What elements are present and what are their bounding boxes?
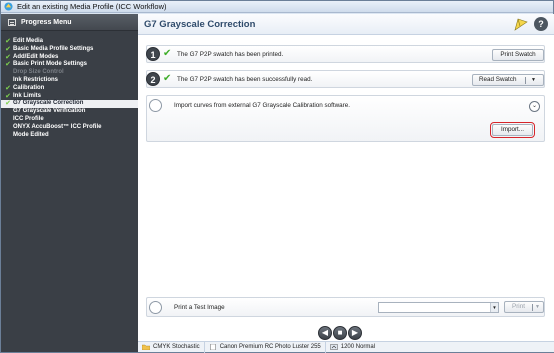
sidebar-item[interactable]: G7 Grayscale Verification xyxy=(1,108,138,116)
progress-sidebar: Progress Menu ✔ Edit Media ✔ Basic Media Pr… xyxy=(1,14,138,352)
step-status-text: The G7 P2P swatch has been successfully … xyxy=(177,76,313,83)
import-button[interactable]: Import... xyxy=(490,122,535,138)
step-instruction-text: Import curves from external G7 Grayscale… xyxy=(174,102,351,109)
sidebar-item[interactable]: ✔ G7 Grayscale Correction xyxy=(1,100,138,109)
app-icon xyxy=(4,2,13,11)
sidebar-item[interactable]: Mode Edited xyxy=(1,132,138,140)
sidebar-item-label: ICC Profile xyxy=(13,115,44,122)
sidebar-item-label: Ink Limits xyxy=(13,92,42,99)
status-resolution: 1200 Normal xyxy=(326,342,379,353)
sidebar-item-label: Drop Size Control xyxy=(13,69,64,76)
sidebar-item[interactable]: ✔ Calibration xyxy=(1,85,138,93)
color-mode-text: CMYK Stochastic xyxy=(153,344,200,350)
step-import-curves: Import curves from external G7 Grayscale… xyxy=(146,95,545,142)
test-image-select[interactable]: ▼ xyxy=(378,302,499,313)
sidebar-item-label: Calibration xyxy=(13,84,45,91)
progress-menu-title: Progress Menu xyxy=(21,18,72,26)
check-icon: ✔ xyxy=(5,53,11,61)
split-separator xyxy=(532,304,533,311)
step-status-text: The G7 P2P swatch has been printed. xyxy=(177,51,284,58)
title-bar: Edit an existing Media Profile (ICC Work… xyxy=(1,1,553,13)
sidebar-item[interactable]: ✔ Ink Limits xyxy=(1,93,138,101)
sidebar-item-label: ONYX AccuBoost™ ICC Profile xyxy=(13,123,102,130)
sidebar-item-label: G7 Grayscale Correction xyxy=(13,100,84,107)
import-radio[interactable] xyxy=(149,99,162,112)
print-swatch-button[interactable]: Print Swatch xyxy=(492,49,544,61)
stop-icon[interactable]: ■ xyxy=(333,326,347,340)
sidebar-item[interactable]: ✔ Basic Print Mode Settings xyxy=(1,61,138,69)
split-separator xyxy=(525,77,526,84)
sidebar-item-label: Ink Restrictions xyxy=(13,76,59,83)
page-title: G7 Grayscale Correction xyxy=(144,19,256,30)
flag-icon[interactable] xyxy=(514,18,528,31)
select-arrow-icon: ▼ xyxy=(490,303,498,312)
print-test-split-button[interactable]: Print ▼ xyxy=(504,301,544,313)
print-label: Print xyxy=(512,303,525,310)
progress-menu-list: ✔ Edit Media ✔ Basic Media Profile Settings… xyxy=(1,31,138,139)
sidebar-item: Drop Size Control xyxy=(1,69,138,77)
check-icon: ✔ xyxy=(5,38,11,45)
check-icon: ✔ xyxy=(5,45,11,53)
back-arrow-icon[interactable]: ◀ xyxy=(318,326,332,340)
folder-icon xyxy=(142,344,150,350)
page-header: G7 Grayscale Correction ? xyxy=(138,14,554,35)
sidebar-item[interactable]: ✔ Edit Media xyxy=(1,38,138,46)
sidebar-item-label: Basic Print Mode Settings xyxy=(13,61,88,68)
next-arrow-icon[interactable]: ▶ xyxy=(348,326,362,340)
application-window: Edit an existing Media Profile (ICC Work… xyxy=(0,0,554,353)
dropdown-caret-icon[interactable]: ▼ xyxy=(535,302,540,312)
sidebar-item[interactable]: ONYX AccuBoost™ ICC Profile xyxy=(1,124,138,132)
wizard-navigation: ◀ ■ ▶ xyxy=(318,326,362,340)
sidebar-item-label: Basic Media Profile Settings xyxy=(13,45,94,52)
step-number-badge: 1 xyxy=(146,47,160,61)
menu-icon xyxy=(8,18,16,26)
check-icon: ✔ xyxy=(163,48,172,59)
sidebar-item[interactable]: Ink Restrictions xyxy=(1,77,138,85)
progress-menu-header: Progress Menu xyxy=(1,14,138,31)
test-image-label: Print a Test Image xyxy=(174,304,225,311)
sidebar-item[interactable]: ✔ Add/Edit Modes xyxy=(1,54,138,62)
media-text: Canon Premium RC Photo Luster 255 xyxy=(219,344,321,350)
sidebar-item-label: Edit Media xyxy=(13,38,44,44)
sidebar-item-label: G7 Grayscale Verification xyxy=(13,108,86,115)
check-icon: ✔ xyxy=(5,84,11,92)
read-swatch-split-button[interactable]: Read Swatch ▼ xyxy=(472,74,544,86)
help-icon[interactable]: ? xyxy=(534,17,548,31)
check-icon: ✔ xyxy=(5,100,11,108)
dropdown-caret-icon[interactable]: ▼ xyxy=(531,75,536,85)
check-icon: ✔ xyxy=(5,92,11,100)
read-swatch-label: Read Swatch xyxy=(479,76,517,83)
check-icon: ✔ xyxy=(5,61,11,69)
check-icon: ✔ xyxy=(163,73,172,84)
sidebar-item[interactable]: ICC Profile xyxy=(1,116,138,124)
sidebar-item-label: Add/Edit Modes xyxy=(13,53,59,60)
main-panel: G7 Grayscale Correction ? 1 ✔ The G7 P2P… xyxy=(138,14,554,353)
status-color-mode: CMYK Stochastic xyxy=(138,341,205,353)
status-media: Canon Premium RC Photo Luster 255 xyxy=(205,341,326,353)
status-bar: CMYK Stochastic Canon Premium RC Photo L… xyxy=(138,341,554,353)
resolution-text: 1200 Normal xyxy=(340,344,376,350)
window-title: Edit an existing Media Profile (ICC Work… xyxy=(17,2,167,11)
resolution-icon xyxy=(330,344,338,350)
page-icon xyxy=(209,344,216,350)
sidebar-item-label: Mode Edited xyxy=(13,131,49,138)
step-print-swatch: 1 ✔ The G7 P2P swatch has been printed. … xyxy=(146,45,545,63)
sidebar-item[interactable]: ✔ Basic Media Profile Settings xyxy=(1,46,138,54)
step-number-badge: 2 xyxy=(146,72,160,86)
collapse-chevron-icon[interactable]: ⌄ xyxy=(529,101,540,112)
step-read-swatch: 2 ✔ The G7 P2P swatch has been successfu… xyxy=(146,70,545,88)
step-print-test-image: Print a Test Image ▼ Print ▼ xyxy=(146,297,545,317)
test-image-radio[interactable] xyxy=(149,301,162,314)
